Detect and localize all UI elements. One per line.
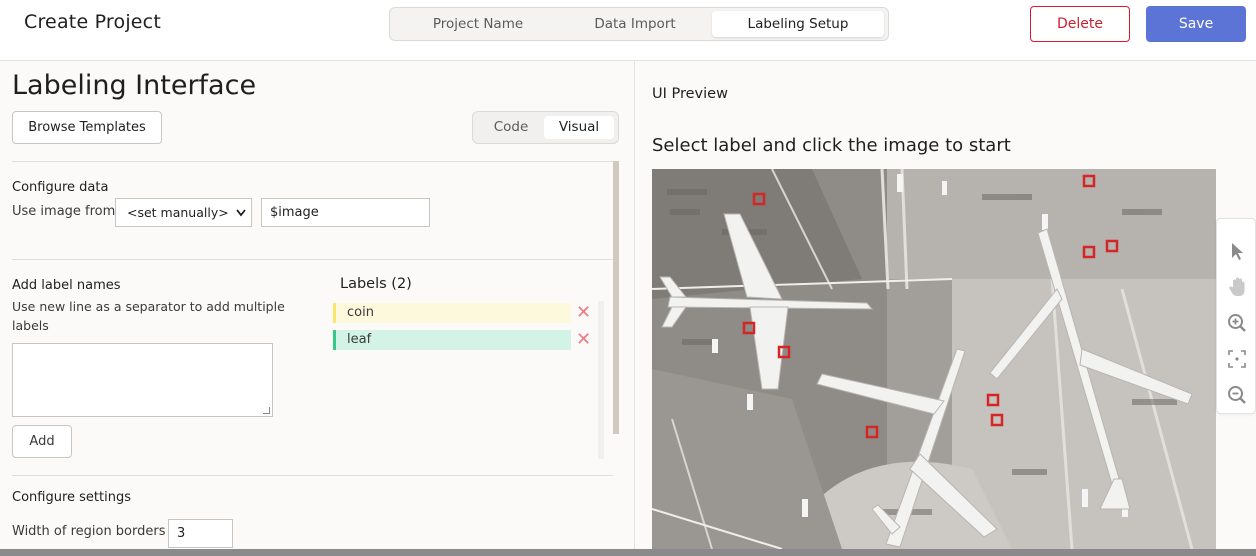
add-label-names-title: Add label names <box>12 278 121 293</box>
configure-settings-title: Configure settings <box>12 490 131 505</box>
save-button[interactable]: Save <box>1146 6 1246 42</box>
labels-count-heading: Labels (2) <box>340 276 412 292</box>
page-title: Create Project <box>24 11 161 33</box>
window-bottom-edge <box>0 549 1256 556</box>
zoom-out-icon[interactable] <box>1225 383 1249 407</box>
tab-data-import[interactable]: Data Import <box>558 11 712 37</box>
tab-labeling-setup[interactable]: Labeling Setup <box>712 11 884 37</box>
preview-panel: UI Preview Select label and click the im… <box>636 61 1256 549</box>
config-panel: Labeling Interface Browse Templates Code… <box>0 61 635 549</box>
image-source-select[interactable]: <set manually> <box>115 198 252 227</box>
view-mode-toggle: Code Visual <box>472 111 619 144</box>
visual-view-option[interactable]: Visual <box>544 116 614 139</box>
tab-project-name[interactable]: Project Name <box>398 11 558 37</box>
preview-instruction: Select label and click the image to star… <box>652 135 1011 156</box>
label-names-textarea[interactable] <box>12 343 273 417</box>
step-tabs: Project Name Data Import Labeling Setup <box>389 7 889 41</box>
image-variable-input[interactable]: $image <box>261 198 430 227</box>
fit-to-screen-icon[interactable] <box>1225 347 1249 371</box>
image-source-select-value: <set manually> <box>127 205 229 220</box>
chevron-down-icon <box>236 199 246 237</box>
region-border-width-input[interactable]: 3 <box>168 519 233 548</box>
resize-grip-icon[interactable] <box>263 407 270 414</box>
top-bar: Create Project Project Name Data Import … <box>0 0 1256 61</box>
add-label-help-text: Use new line as a separator to add multi… <box>12 299 285 333</box>
divider <box>12 475 613 476</box>
image-tools-panel <box>1216 218 1256 414</box>
divider <box>12 259 613 260</box>
panel-scrollbar[interactable] <box>613 161 619 434</box>
labeling-interface-heading: Labeling Interface <box>12 70 257 101</box>
labels-scrollbar[interactable] <box>598 301 604 459</box>
aerial-airport-image[interactable] <box>652 169 1216 549</box>
remove-label-coin-icon[interactable]: ✕ <box>576 304 591 322</box>
label-item-coin[interactable]: coin <box>333 303 571 323</box>
configure-data-title: Configure data <box>12 180 109 195</box>
browse-templates-button[interactable]: Browse Templates <box>12 111 162 144</box>
add-labels-button[interactable]: Add <box>12 425 72 458</box>
code-view-option[interactable]: Code <box>478 116 544 139</box>
delete-button[interactable]: Delete <box>1030 6 1130 42</box>
hand-icon[interactable] <box>1225 275 1249 299</box>
remove-label-leaf-icon[interactable]: ✕ <box>576 331 591 349</box>
label-item-leaf[interactable]: leaf <box>333 330 571 350</box>
region-border-width-label: Width of region borders <box>12 524 166 539</box>
divider <box>12 161 613 162</box>
use-image-from-label: Use image from <box>12 204 116 219</box>
zoom-in-icon[interactable] <box>1225 311 1249 335</box>
ui-preview-title: UI Preview <box>652 86 728 102</box>
pointer-icon[interactable] <box>1225 239 1249 263</box>
